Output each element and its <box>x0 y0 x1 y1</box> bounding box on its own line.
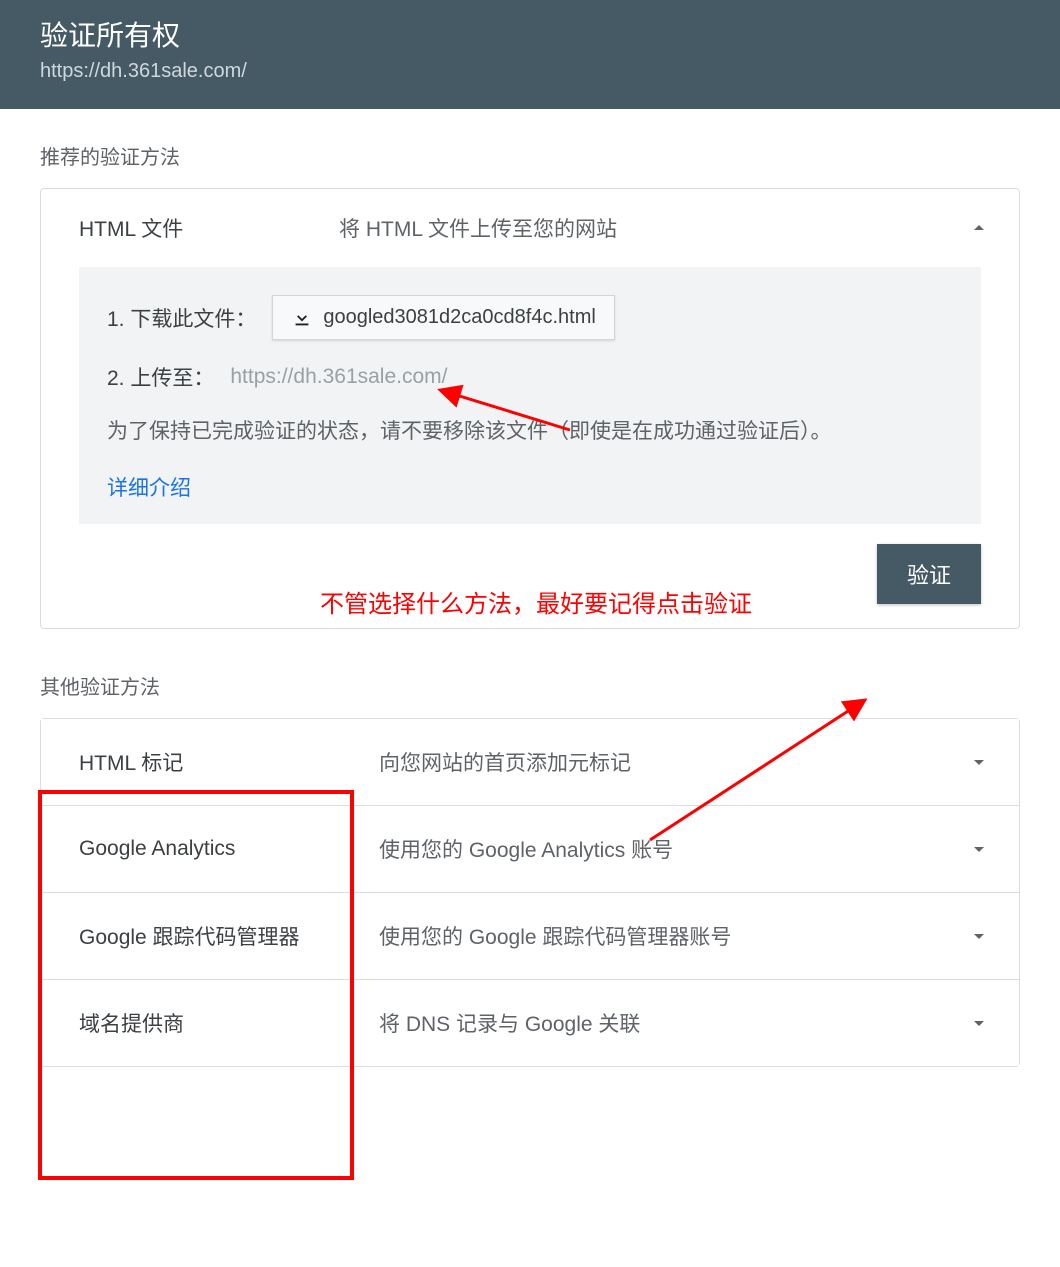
other-name: Google Analytics <box>79 837 379 861</box>
method-html-tag[interactable]: HTML 标记 向您网站的首页添加元标记 <box>41 719 1019 805</box>
method-domain-provider[interactable]: 域名提供商 将 DNS 记录与 Google 关联 <box>41 979 1019 1066</box>
step-1-row: 1. 下载此文件： googled3081d2ca0cd8f4c.html <box>107 295 953 340</box>
other-methods-card: HTML 标记 向您网站的首页添加元标记 Google Analytics 使用… <box>40 718 1020 1067</box>
recommended-card: HTML 文件 将 HTML 文件上传至您的网站 1. 下载此文件： googl… <box>40 188 1020 629</box>
keep-file-note: 为了保持已完成验证的状态，请不要移除该文件（即使是在成功通过验证后）。 <box>107 414 953 450</box>
verify-button[interactable]: 验证 <box>877 544 981 604</box>
method-html-file-header[interactable]: HTML 文件 将 HTML 文件上传至您的网站 <box>41 189 1019 267</box>
other-desc: 将 DNS 记录与 Google 关联 <box>379 1008 967 1038</box>
other-name: HTML 标记 <box>79 747 379 777</box>
method-desc: 将 HTML 文件上传至您的网站 <box>339 213 967 243</box>
chevron-down-icon <box>967 837 991 861</box>
method-google-analytics[interactable]: Google Analytics 使用您的 Google Analytics 账… <box>41 805 1019 892</box>
recommended-label: 推荐的验证方法 <box>40 141 1020 170</box>
chevron-down-icon <box>967 924 991 948</box>
other-methods-label: 其他验证方法 <box>40 671 1020 700</box>
step-1-label: 1. 下载此文件： <box>107 303 256 333</box>
chevron-up-icon <box>967 216 991 240</box>
other-desc: 向您网站的首页添加元标记 <box>379 747 967 777</box>
step-2-label: 2. 上传至： <box>107 362 214 392</box>
step-2-row: 2. 上传至： https://dh.361sale.com/ <box>107 362 953 392</box>
other-desc: 使用您的 Google 跟踪代码管理器账号 <box>379 921 967 951</box>
method-name: HTML 文件 <box>79 213 339 243</box>
other-name: 域名提供商 <box>79 1008 379 1038</box>
download-icon <box>291 307 313 329</box>
page-header: 验证所有权 https://dh.361sale.com/ <box>0 0 1060 109</box>
download-filename: googled3081d2ca0cd8f4c.html <box>323 306 595 329</box>
method-google-tag-manager[interactable]: Google 跟踪代码管理器 使用您的 Google 跟踪代码管理器账号 <box>41 892 1019 979</box>
learn-more-link[interactable]: 详细介绍 <box>107 472 191 502</box>
chevron-down-icon <box>967 750 991 774</box>
download-file-button[interactable]: googled3081d2ca0cd8f4c.html <box>272 295 614 340</box>
chevron-down-icon <box>967 1011 991 1035</box>
action-row: 验证 <box>41 524 1019 628</box>
page-title: 验证所有权 <box>40 14 1020 54</box>
page-url: https://dh.361sale.com/ <box>40 60 1020 83</box>
other-name: Google 跟踪代码管理器 <box>79 921 379 951</box>
upload-url: https://dh.361sale.com/ <box>230 365 447 389</box>
other-desc: 使用您的 Google Analytics 账号 <box>379 834 967 864</box>
method-body: 1. 下载此文件： googled3081d2ca0cd8f4c.html 2.… <box>79 267 981 524</box>
